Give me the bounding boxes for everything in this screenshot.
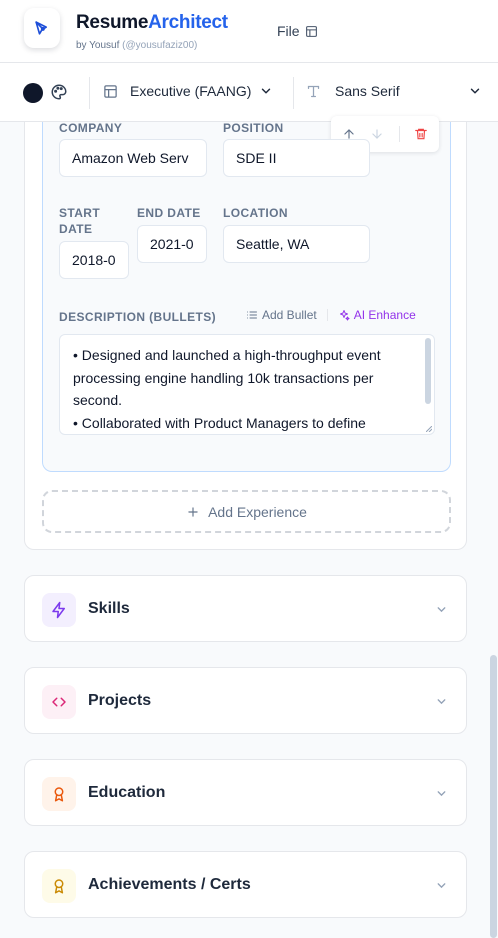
section-icon-box bbox=[42, 685, 76, 719]
tools-divider bbox=[326, 309, 328, 321]
arrow-down-icon[interactable] bbox=[370, 127, 384, 141]
chevron-down-icon bbox=[437, 883, 446, 889]
ai-enhance-button[interactable]: AI Enhance bbox=[338, 308, 416, 322]
textarea-scrollbar[interactable] bbox=[425, 338, 431, 404]
section-title: Projects bbox=[88, 692, 152, 709]
app-logo[interactable] bbox=[24, 8, 60, 48]
accent-color-swatch[interactable] bbox=[23, 83, 43, 103]
plus-icon bbox=[188, 506, 198, 517]
ai-enhance-label: AI Enhance bbox=[353, 308, 416, 322]
font-select-value: Sans Serif bbox=[335, 83, 400, 99]
style-toolbar: Executive (FAANG) Sans Serif bbox=[0, 62, 498, 122]
start-date-input[interactable]: 2018-0 bbox=[59, 241, 129, 279]
section-title: Education bbox=[88, 784, 166, 801]
code-icon bbox=[52, 697, 66, 707]
award-icon bbox=[54, 879, 64, 894]
layout-icon bbox=[305, 25, 317, 37]
add-bullet-button[interactable]: Add Bullet bbox=[246, 308, 317, 322]
experience-section: COMPANY POSITION Amazon Web Serv SDE II … bbox=[24, 116, 467, 550]
chevron-down-icon bbox=[437, 699, 446, 705]
chevron-down-icon bbox=[437, 607, 446, 613]
description-label: DESCRIPTION (BULLETS) bbox=[59, 310, 217, 324]
award-icon bbox=[54, 787, 64, 802]
section-icon-box bbox=[42, 593, 76, 627]
company-label: COMPANY bbox=[59, 121, 123, 135]
location-input[interactable]: Seattle, WA bbox=[223, 225, 370, 263]
bullet-line: processing engine handling 10k transacti… bbox=[73, 369, 374, 386]
add-bullet-label: Add Bullet bbox=[262, 308, 317, 322]
bullet-line: second. bbox=[73, 392, 123, 408]
section-skills[interactable]: Skills bbox=[24, 575, 467, 642]
lightning-icon bbox=[52, 601, 65, 619]
app-header: ResumeArchitect by Yousuf (@yousufaziz00… bbox=[0, 0, 498, 62]
brand-title: ResumeArchitect bbox=[76, 12, 228, 33]
layout-icon bbox=[104, 84, 117, 98]
section-title: Achievements / Certs bbox=[88, 876, 251, 893]
file-menu-label: File bbox=[277, 23, 300, 39]
chevron-down-icon bbox=[437, 791, 446, 797]
type-icon bbox=[307, 85, 320, 97]
description-textarea[interactable]: • Designed and launched a high-throughpu… bbox=[59, 334, 435, 435]
section-title: Skills bbox=[88, 600, 130, 617]
location-label: LOCATION bbox=[223, 206, 288, 220]
trash-icon[interactable] bbox=[414, 127, 428, 141]
chevron-down-icon bbox=[470, 88, 480, 94]
template-select[interactable]: Executive (FAANG) bbox=[103, 83, 273, 99]
position-input[interactable]: SDE II bbox=[223, 139, 370, 177]
pen-tool-icon bbox=[35, 21, 48, 35]
resize-grip-icon[interactable] bbox=[426, 426, 432, 432]
page-scrollbar[interactable] bbox=[490, 655, 497, 938]
list-icon bbox=[247, 311, 257, 319]
toolbar-divider bbox=[89, 77, 90, 109]
section-icon-box bbox=[42, 777, 76, 811]
company-input[interactable]: Amazon Web Serv bbox=[59, 139, 207, 177]
section-projects[interactable]: Projects bbox=[24, 667, 467, 734]
end-date-input[interactable]: 2021-0 bbox=[137, 225, 207, 263]
chevron-down-icon bbox=[262, 88, 271, 94]
section-icon-box bbox=[42, 869, 76, 903]
position-label: POSITION bbox=[223, 121, 284, 135]
author-byline: by Yousuf (@yousufaziz00) bbox=[76, 40, 198, 51]
font-select[interactable]: Sans Serif bbox=[306, 83, 482, 99]
section-achievements[interactable]: Achievements / Certs bbox=[24, 851, 467, 918]
bullet-line: • Designed and launched a high-throughpu… bbox=[73, 347, 381, 363]
template-select-value: Executive (FAANG) bbox=[130, 83, 252, 99]
toolbar-divider bbox=[293, 77, 294, 109]
palette-icon bbox=[51, 84, 67, 100]
file-menu-button[interactable]: File bbox=[277, 23, 318, 39]
add-experience-button[interactable]: Add Experience bbox=[42, 490, 451, 533]
section-education[interactable]: Education bbox=[24, 759, 467, 826]
sparkles-icon bbox=[339, 310, 350, 321]
experience-entry: COMPANY POSITION Amazon Web Serv SDE II … bbox=[42, 116, 451, 472]
start-date-label: START DATE bbox=[59, 206, 101, 236]
bullet-line: • Collaborated with Product Managers to … bbox=[73, 414, 366, 431]
palette-button[interactable] bbox=[50, 83, 68, 106]
actions-divider bbox=[398, 126, 400, 142]
end-date-label: END DATE bbox=[137, 206, 201, 220]
description-tools: Add Bullet AI Enhance bbox=[246, 308, 416, 322]
add-experience-label: Add Experience bbox=[208, 503, 307, 520]
